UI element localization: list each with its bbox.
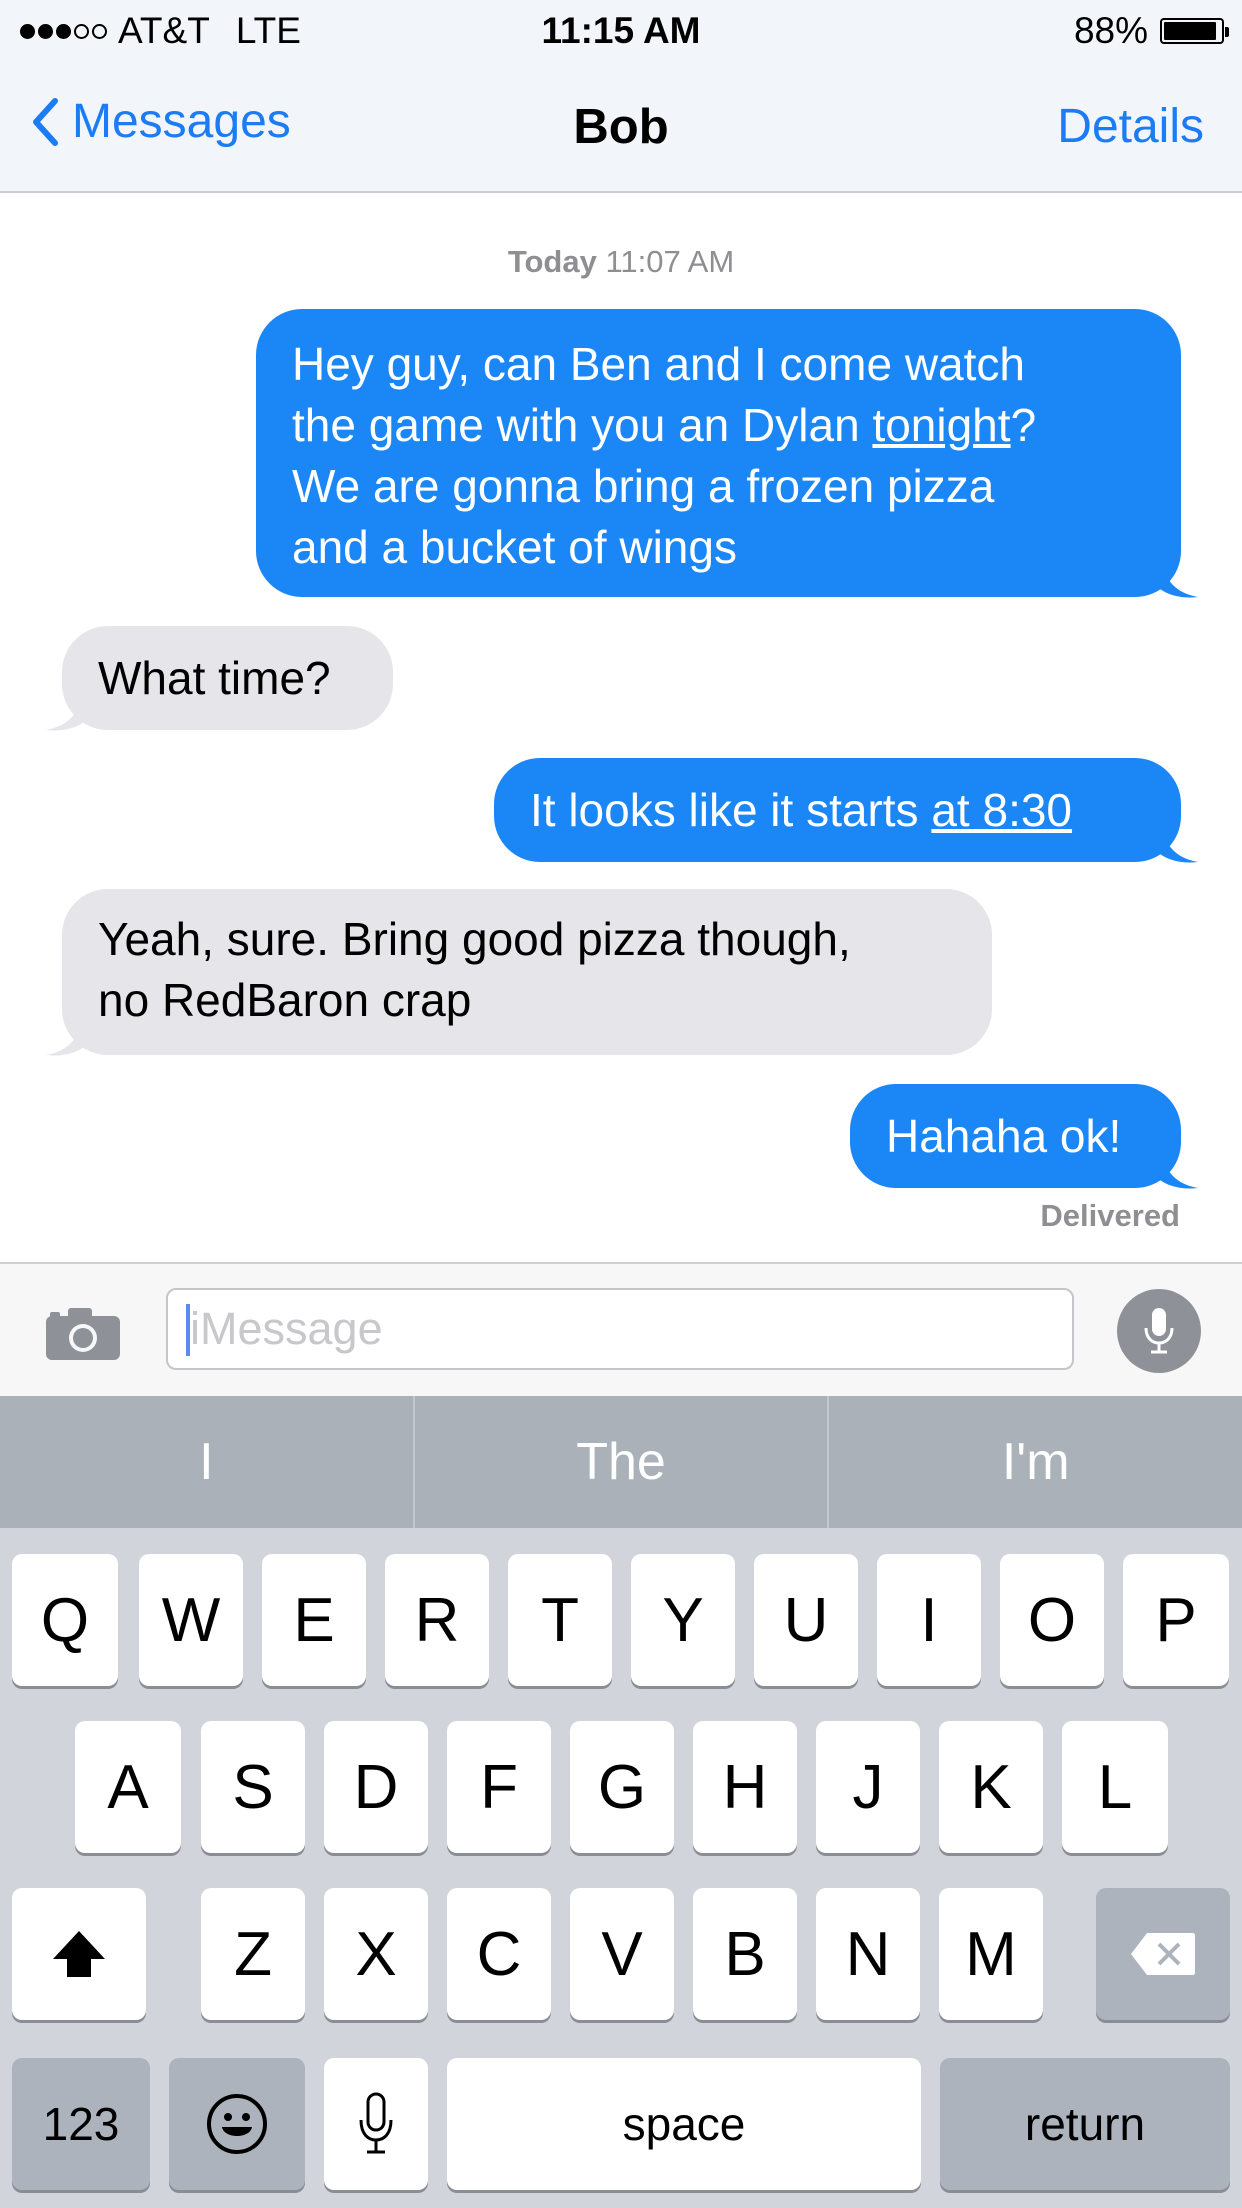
incoming-message[interactable]: Yeah, sure. Bring good pizza though, no … (62, 889, 992, 1055)
key-g[interactable]: G (570, 1721, 674, 1853)
key-h[interactable]: H (693, 1721, 797, 1853)
key-v[interactable]: V (570, 1888, 674, 2020)
key-l[interactable]: L (1062, 1721, 1168, 1853)
key-j[interactable]: J (816, 1721, 920, 1853)
key-w[interactable]: W (139, 1554, 243, 1686)
time-link[interactable]: at 8:30 (931, 784, 1072, 836)
key-x[interactable]: X (324, 1888, 428, 2020)
key-i[interactable]: I (877, 1554, 981, 1686)
space-key[interactable]: space (447, 2058, 921, 2190)
delete-icon (1131, 1933, 1195, 1975)
key-t[interactable]: T (508, 1554, 612, 1686)
key-s[interactable]: S (201, 1721, 305, 1853)
delete-key[interactable] (1096, 1888, 1230, 2020)
microphone-icon (359, 2092, 393, 2154)
key-f[interactable]: F (447, 1721, 551, 1853)
details-button[interactable]: Details (1057, 99, 1204, 154)
message-timestamp: Today 11:07 AM (507, 244, 735, 279)
battery-icon (1160, 18, 1229, 44)
key-c[interactable]: C (447, 1888, 551, 2020)
numbers-key[interactable]: 123 (12, 2058, 150, 2190)
camera-icon[interactable] (44, 1304, 122, 1362)
dictation-key[interactable] (324, 2058, 428, 2190)
return-key[interactable]: return (940, 2058, 1230, 2190)
key-d[interactable]: D (324, 1721, 428, 1853)
key-q[interactable]: Q (12, 1554, 118, 1686)
outgoing-message[interactable]: It looks like it starts at 8:30 (494, 758, 1181, 862)
battery-percent: 88% (1073, 10, 1148, 51)
outgoing-message[interactable]: Hahaha ok! (850, 1084, 1181, 1188)
compose-bar (0, 1262, 1242, 1398)
key-e[interactable]: E (262, 1554, 366, 1686)
predictive-bar: I The I'm (0, 1396, 1242, 1528)
key-r[interactable]: R (385, 1554, 489, 1686)
microphone-button[interactable] (1117, 1289, 1201, 1373)
microphone-icon (1144, 1308, 1174, 1354)
prediction-suggestion[interactable]: I (0, 1396, 415, 1528)
navigation-header: AT&T LTE 11:15 AM 88% Messages Bob Detai… (0, 0, 1242, 193)
status-bar-right: 88% (1073, 8, 1229, 54)
outgoing-message[interactable]: Hey guy, can Ben and I come watch the ga… (256, 309, 1181, 597)
key-z[interactable]: Z (201, 1888, 305, 2020)
key-u[interactable]: U (754, 1554, 858, 1686)
prediction-suggestion[interactable]: I'm (829, 1396, 1242, 1528)
message-input[interactable] (166, 1288, 1074, 1370)
date-link[interactable]: tonight (872, 399, 1010, 451)
status-time: 11:15 AM (541, 10, 701, 51)
shift-key[interactable] (12, 1888, 146, 2020)
emoji-icon (207, 2094, 267, 2154)
key-p[interactable]: P (1123, 1554, 1229, 1686)
emoji-key[interactable] (169, 2058, 305, 2190)
key-k[interactable]: K (939, 1721, 1043, 1853)
shift-icon (53, 1931, 105, 1977)
conversation-title: Bob (573, 100, 669, 154)
key-o[interactable]: O (1000, 1554, 1104, 1686)
key-y[interactable]: Y (631, 1554, 735, 1686)
delivery-status: Delivered (1040, 1198, 1180, 1233)
text-cursor (186, 1304, 190, 1356)
prediction-suggestion[interactable]: The (415, 1396, 830, 1528)
key-b[interactable]: B (693, 1888, 797, 2020)
keyboard: I The I'm Q W E R T Y U I O P A S D F G … (0, 1396, 1242, 2208)
key-a[interactable]: A (75, 1721, 181, 1853)
key-m[interactable]: M (939, 1888, 1043, 2020)
key-n[interactable]: N (816, 1888, 920, 2020)
incoming-message[interactable]: What time? (62, 626, 393, 730)
